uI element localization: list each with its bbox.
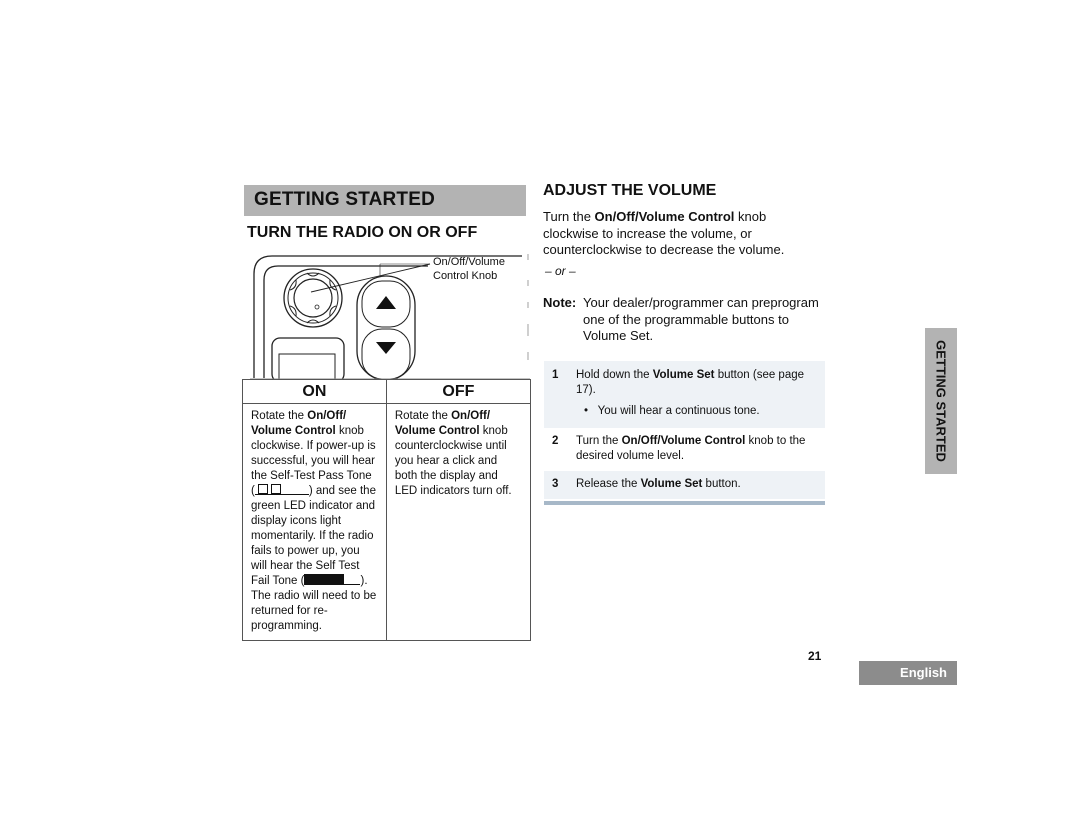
text: Turn the xyxy=(543,209,595,224)
text: You will hear a continuous tone. xyxy=(597,405,760,417)
volume-knob-icon xyxy=(283,268,343,328)
display-icon xyxy=(271,337,345,380)
language-label: English xyxy=(900,665,947,680)
button-name: Volume Set xyxy=(640,478,703,490)
callout-line-2: Control Knob xyxy=(433,270,498,282)
step-1-bullet: • You will hear a continuous tone. xyxy=(576,404,817,419)
self-test-pass-tone-icon xyxy=(254,484,309,495)
off-instructions: Rotate the On/Off/ Volume Control knob c… xyxy=(385,403,532,641)
text: Release the xyxy=(576,478,641,490)
callout-leader-line xyxy=(310,263,431,293)
arrow-up-button-icon xyxy=(376,296,396,309)
up-down-buttons xyxy=(356,275,416,380)
heading-adjust-volume: ADJUST THE VOLUME xyxy=(543,182,717,199)
bullet-icon: • xyxy=(584,405,598,417)
arrow-down-button-icon xyxy=(376,342,396,354)
callout-line-1: On/Off/Volume xyxy=(433,256,505,268)
step-number: 3 xyxy=(552,478,559,490)
step-2: 2 Turn the On/Off/Volume Control knob to… xyxy=(544,428,825,471)
button-name: Volume Set xyxy=(652,369,715,381)
text: Rotate the xyxy=(394,410,452,422)
language-tab: English xyxy=(859,661,957,685)
or-separator: – or – xyxy=(545,264,576,278)
note-text: Your dealer/programmer can preprogram on… xyxy=(583,295,819,343)
step-3: 3 Release the Volume Set button. xyxy=(544,471,825,499)
on-header: ON xyxy=(242,379,387,404)
self-test-fail-tone-icon xyxy=(304,574,361,585)
chapter-side-tab: GETTING STARTED xyxy=(925,328,957,474)
steps-bottom-rule xyxy=(544,501,825,505)
page-number: 21 xyxy=(808,649,822,663)
knob-callout-label: On/Off/Volume Control Knob xyxy=(433,255,505,283)
volume-intro: Turn the On/Off/Volume Control knob cloc… xyxy=(543,209,818,259)
text: Turn the xyxy=(576,435,622,447)
heading-turn-on-off: TURN THE RADIO ON OR OFF xyxy=(247,224,478,241)
step-number: 2 xyxy=(552,435,559,447)
side-tab-label: GETTING STARTED xyxy=(933,340,949,462)
text: ) and see the green LED indicator and di… xyxy=(251,485,376,587)
volume-steps: 1 Hold down the Volume Set button (see p… xyxy=(544,361,825,499)
control-name: On/Off/Volume Control xyxy=(621,435,746,447)
on-off-table: ON OFF Rotate the On/Off/ Volume Control… xyxy=(242,379,532,641)
off-header: OFF xyxy=(385,379,532,404)
note: Note: Your dealer/programmer can preprog… xyxy=(543,295,823,345)
step-number: 1 xyxy=(552,369,559,381)
text: Hold down the xyxy=(576,369,653,381)
section-title-bar: GETTING STARTED xyxy=(244,185,526,216)
note-label: Note: xyxy=(543,295,577,310)
text: button. xyxy=(702,478,741,490)
section-title: GETTING STARTED xyxy=(254,189,436,210)
on-instructions: Rotate the On/Off/ Volume Control knob c… xyxy=(242,403,387,641)
text: Rotate the xyxy=(251,410,308,422)
control-name: On/Off/Volume Control xyxy=(594,209,735,224)
step-1: 1 Hold down the Volume Set button (see p… xyxy=(544,361,825,428)
